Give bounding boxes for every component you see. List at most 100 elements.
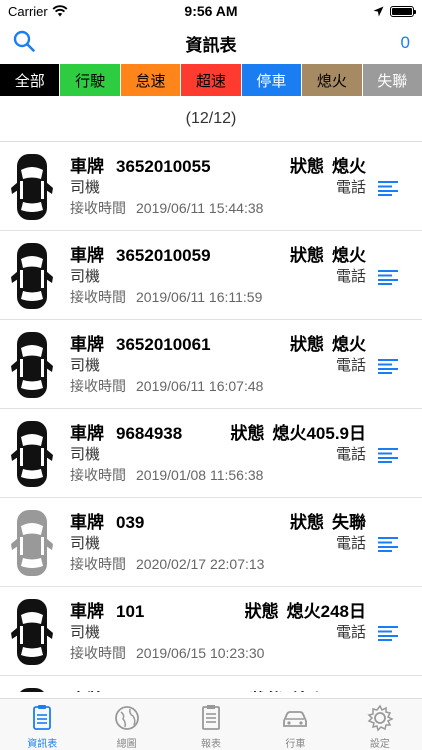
car-icon <box>10 152 54 222</box>
phone-label[interactable]: 電話 <box>336 354 366 376</box>
list-document-icon <box>27 703 57 733</box>
filter-tab-4[interactable]: 停車 <box>241 64 303 96</box>
state-field: 狀態 熄火 <box>290 330 366 355</box>
car-icon <box>10 508 54 578</box>
tab-label: 總圖 <box>116 739 137 750</box>
filter-tab-5[interactable]: 熄火 <box>302 64 363 96</box>
state-field: 狀態 熄火248日 <box>245 597 366 622</box>
search-icon <box>13 30 35 52</box>
state-label: 狀態 <box>290 156 324 176</box>
status-bar-left: Carrier <box>8 4 148 19</box>
filter-tab-0[interactable]: 全部 <box>0 64 61 96</box>
filter-tab-6[interactable]: 失聯 <box>362 64 422 96</box>
wifi-icon <box>52 5 68 17</box>
state-field: 狀態 熄火 <box>290 152 366 177</box>
search-button[interactable] <box>12 29 42 58</box>
phone-label[interactable]: 電話 <box>336 621 366 643</box>
tab-report[interactable]: 報表 <box>169 699 253 750</box>
plate-number: 3652010059 <box>116 245 211 265</box>
page-indicator: (12/12) <box>0 96 422 142</box>
page-title: 資訊表 <box>185 35 237 55</box>
phone-label[interactable]: 電話 <box>336 443 366 465</box>
vehicle-info: 車牌 101 狀態 熄火248日 司機 電話 接收時間 2019/06/15 10:23:30 <box>70 597 422 665</box>
received-time: 2019/06/15 10:23:30 <box>136 645 265 661</box>
vehicle-info: 車牌 3652010059 狀態 熄火 司機 電話 接收時間 2019/06/11 16:11… <box>70 241 422 309</box>
state-label: 狀態 <box>244 601 279 621</box>
state-field: 狀態 失聯 <box>290 508 366 533</box>
received-label: 接收時間 <box>70 467 126 483</box>
vehicle-row[interactable]: 車牌 9684938 狀態 熄火405.9日 司機 電話 接收時間 2019/01/08 11… <box>0 409 422 498</box>
received-label: 接收時間 <box>70 378 126 394</box>
plate-field: 車牌 3652010055 <box>70 152 211 177</box>
state-label: 狀態 <box>249 691 283 693</box>
tab-car[interactable]: 行車 <box>253 699 337 750</box>
state-value: 失聯 <box>332 512 366 532</box>
globe-icon <box>112 703 142 733</box>
detail-menu-icon[interactable] <box>378 536 398 552</box>
tab-globe[interactable]: 總圖 <box>84 699 168 750</box>
car-icon <box>10 686 54 692</box>
vehicle-row[interactable]: 車牌 039 狀態 失聯 司機 電話 接收時間 2020/02/17 22:07:13 <box>0 498 422 587</box>
state-field: 狀態 熄火4.2日 <box>249 686 366 693</box>
phone-label[interactable]: 電話 <box>336 265 366 287</box>
phone-label[interactable]: 電話 <box>336 176 366 198</box>
received-time: 2019/06/11 15:44:38 <box>136 200 264 216</box>
detail-menu-icon[interactable] <box>378 269 398 285</box>
driver-label: 司機 <box>70 535 101 552</box>
carrier-label: Carrier <box>8 3 48 19</box>
vehicle-row[interactable]: 車牌161-R2狀態熄火4.2日司機電話接收時間 <box>0 676 422 692</box>
gear-icon <box>365 703 395 733</box>
received-label: 接收時間 <box>70 289 126 305</box>
tab-list-document[interactable]: 資訊表 <box>0 699 84 750</box>
count-badge[interactable]: 0 <box>380 33 410 53</box>
vehicle-row[interactable]: 車牌 3652010061 狀態 熄火 司機 電話 接收時間 2019/06/11 16:07… <box>0 320 422 409</box>
tab-label: 設定 <box>369 739 390 750</box>
state-label: 狀態 <box>290 245 324 265</box>
plate-label: 車牌 <box>70 156 104 176</box>
car-icon <box>10 597 54 667</box>
vehicle-row[interactable]: 車牌 101 狀態 熄火248日 司機 電話 接收時間 2019/06/15 10:23:30 <box>0 587 422 676</box>
plate-label: 車牌 <box>70 245 104 265</box>
state-field: 狀態 熄火405.9日 <box>230 419 366 444</box>
filter-bar: 全部 行駛 怠速 超速 停車 熄火 失聯 <box>0 64 422 96</box>
detail-menu-icon[interactable] <box>378 180 398 196</box>
driver-label: 司機 <box>70 624 101 641</box>
vehicle-list[interactable]: 車牌 3652010055 狀態 熄火 司機 電話 接收時間 2019/06/11 15:44… <box>0 142 422 692</box>
plate-label: 車牌 <box>70 601 104 621</box>
phone-label[interactable]: 電話 <box>336 532 366 554</box>
plate-label: 車牌 <box>70 423 104 443</box>
detail-menu-icon[interactable] <box>378 625 398 641</box>
plate-field: 車牌 3652010061 <box>70 330 211 355</box>
vehicle-row[interactable]: 車牌 3652010055 狀態 熄火 司機 電話 接收時間 2019/06/11 15:44… <box>0 142 422 231</box>
plate-field: 車牌 161-R2 <box>70 686 172 693</box>
received-time: 2019/06/11 16:11:59 <box>136 289 263 305</box>
state-label: 狀態 <box>290 334 324 354</box>
plate-label: 車牌 <box>70 691 104 693</box>
report-icon <box>196 703 226 733</box>
vehicle-row[interactable]: 車牌 3652010059 狀態 熄火 司機 電話 接收時間 2019/06/11 16:11… <box>0 231 422 320</box>
detail-menu-icon[interactable] <box>378 447 398 463</box>
plate-field: 車牌 101 <box>70 597 144 622</box>
received-label: 接收時間 <box>70 200 126 216</box>
tab-label: 行車 <box>285 739 306 750</box>
filter-tab-1[interactable]: 行駛 <box>60 64 121 96</box>
filter-tab-2[interactable]: 怠速 <box>120 64 182 96</box>
received-label: 接收時間 <box>70 556 126 572</box>
plate-number: 3652010061 <box>116 334 211 354</box>
state-label: 狀態 <box>290 512 324 532</box>
driver-label: 司機 <box>70 357 101 374</box>
status-bar: Carrier 9:56 AM <box>0 0 422 22</box>
plate-number: 3652010055 <box>116 156 211 176</box>
battery-icon <box>389 5 416 17</box>
detail-menu-icon[interactable] <box>378 358 398 374</box>
car-icon <box>10 419 54 489</box>
plate-field: 車牌 039 <box>70 508 144 533</box>
filter-tab-3[interactable]: 超速 <box>181 64 242 96</box>
plate-field: 車牌 3652010059 <box>70 241 211 266</box>
location-arrow-icon <box>373 6 384 16</box>
plate-label: 車牌 <box>70 512 104 532</box>
plate-label: 車牌 <box>70 334 104 354</box>
car-icon <box>10 330 54 400</box>
state-value: 熄火405.9日 <box>272 423 366 443</box>
tab-gear[interactable]: 設定 <box>338 699 422 750</box>
